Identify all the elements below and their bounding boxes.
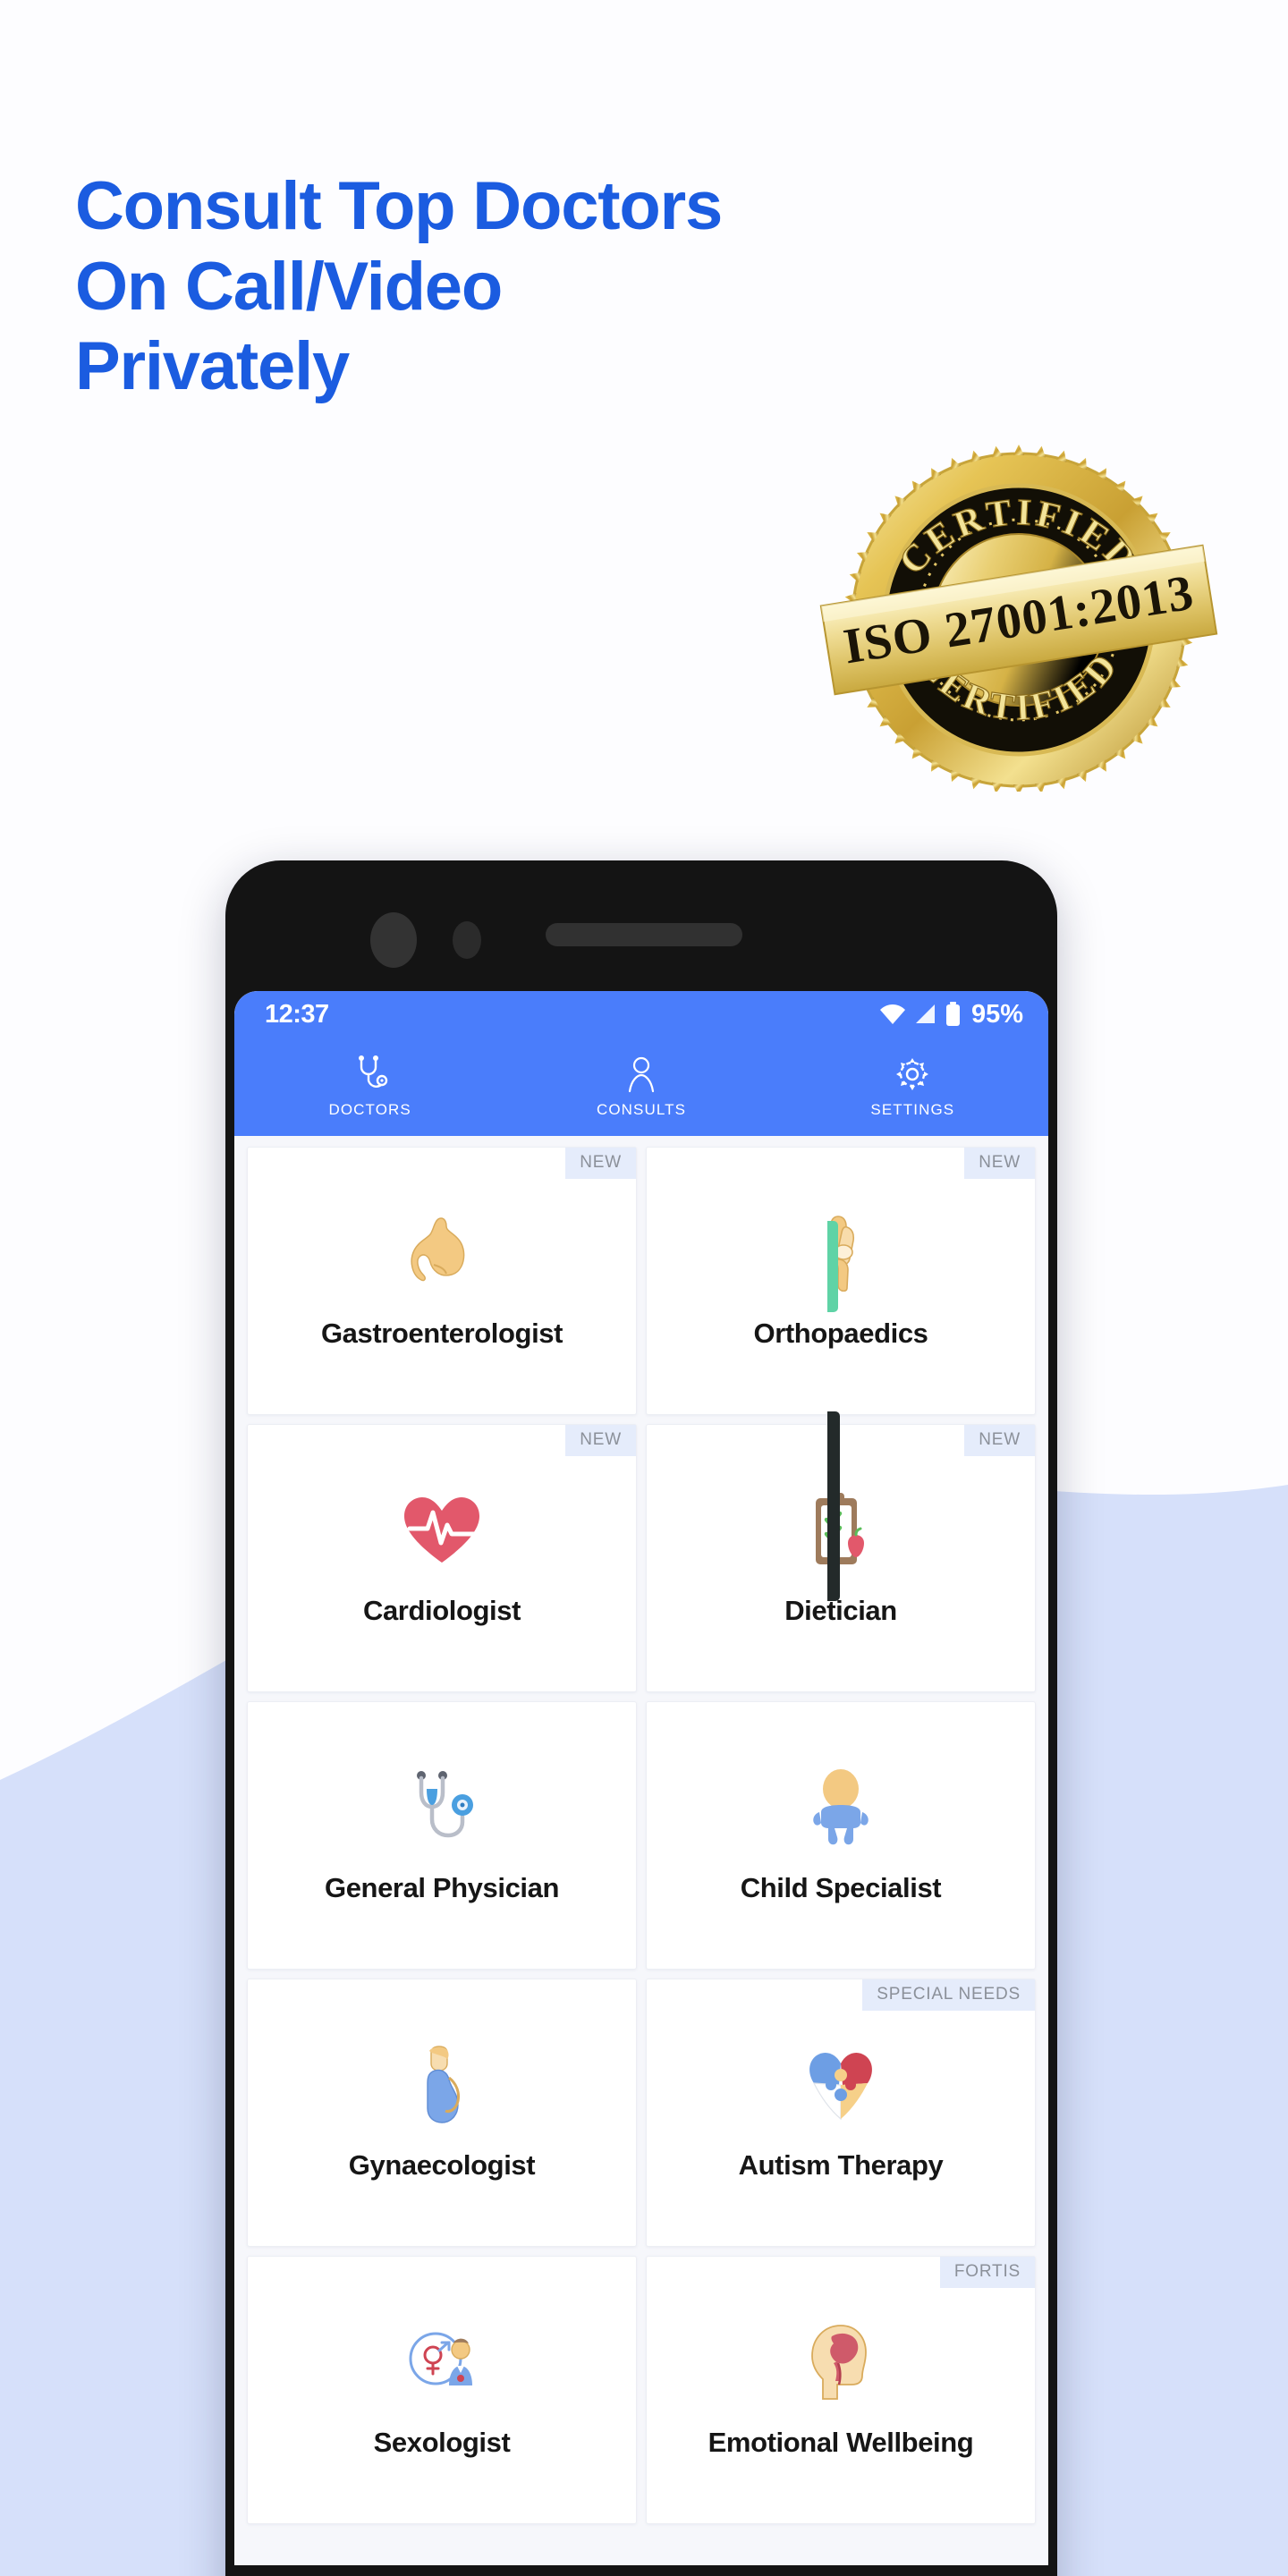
iso-certified-seal-icon: CERTIFIED CERTIFIED ISO 27001:2013	[819, 445, 1218, 792]
front-camera-icon	[370, 912, 417, 968]
card-badge: NEW	[565, 1425, 636, 1456]
card-badge: SPECIAL NEEDS	[862, 1979, 1035, 2011]
puzzle-heart-icon	[800, 2044, 882, 2126]
earpiece-speaker-icon	[546, 923, 742, 946]
tab-settings-label: SETTINGS	[870, 1101, 955, 1118]
card-child-specialist[interactable]: Child Specialist	[646, 1701, 1036, 1970]
tab-doctors[interactable]: DOCTORS	[234, 1038, 505, 1136]
heart-pulse-icon	[401, 1489, 483, 1572]
head-brain-icon	[800, 2321, 882, 2403]
tab-settings[interactable]: SETTINGS	[777, 1038, 1048, 1136]
card-badge: NEW	[565, 1148, 636, 1179]
clipboard-apple-icon	[800, 1489, 882, 1572]
card-label: General Physician	[325, 1872, 559, 1903]
status-time: 12:37	[265, 999, 329, 1029]
headline-line-3: Privately	[75, 328, 350, 405]
phone-screen: 12:37 95% DOCTORS CONSULTS SETTINGS NEW …	[234, 991, 1048, 2565]
battery-percent: 95%	[970, 999, 1023, 1029]
card-sexologist[interactable]: Sexologist	[247, 2256, 637, 2524]
app-header: 12:37 95% DOCTORS CONSULTS SETTINGS	[234, 991, 1048, 1136]
headline-line-1: Consult Top Doctors	[75, 168, 723, 244]
gear-icon	[894, 1055, 930, 1094]
tab-consults[interactable]: CONSULTS	[505, 1038, 776, 1136]
page-root: Consult Top Doctors On Call/Video Privat…	[0, 0, 1288, 2576]
card-gynaecologist[interactable]: Gynaecologist	[247, 1979, 637, 2247]
card-label: Autism Therapy	[738, 2149, 944, 2181]
card-badge: NEW	[964, 1425, 1035, 1456]
stethoscope-icon	[352, 1055, 388, 1094]
power-button[interactable]	[827, 1411, 840, 1601]
card-label: Emotional Wellbeing	[708, 2427, 974, 2458]
assistant-button[interactable]	[827, 1221, 838, 1312]
card-general-physician[interactable]: General Physician	[247, 1701, 637, 1970]
gender-symbols-person-icon	[401, 2321, 483, 2403]
person-icon	[626, 1055, 657, 1094]
status-bar: 12:37 95%	[234, 991, 1048, 1038]
card-badge: FORTIS	[939, 2257, 1035, 2288]
battery-icon	[945, 1002, 960, 1026]
headline-line-2: On Call/Video	[75, 248, 503, 325]
card-label: Sexologist	[373, 2427, 511, 2458]
phone-top-bezel	[225, 860, 1057, 977]
card-badge: NEW	[964, 1148, 1035, 1179]
card-dietician[interactable]: NEW Dietician	[646, 1424, 1036, 1692]
phone-mockup: 12:37 95% DOCTORS CONSULTS SETTINGS NEW …	[225, 860, 1057, 2576]
wifi-icon	[879, 1004, 905, 1024]
tab-doctors-label: DOCTORS	[328, 1101, 411, 1118]
card-gastroenterologist[interactable]: NEW Gastroenterologist	[247, 1147, 637, 1415]
baby-icon	[800, 1767, 882, 1849]
card-cardiologist[interactable]: NEW Cardiologist	[247, 1424, 637, 1692]
card-label: Dietician	[784, 1595, 897, 1626]
signal-icon	[915, 1004, 935, 1023]
tab-consults-label: CONSULTS	[596, 1101, 687, 1118]
card-orthopaedics[interactable]: NEW Orthopaedics	[646, 1147, 1036, 1415]
card-label: Orthopaedics	[753, 1318, 928, 1349]
specialty-grid: NEW Gastroenterologist NEW Orthopaedics …	[247, 1147, 1036, 2524]
stethoscope-icon	[401, 1767, 483, 1849]
stomach-icon	[401, 1212, 483, 1294]
app-tabs: DOCTORS CONSULTS SETTINGS	[234, 1038, 1048, 1136]
card-emotional-wellbeing[interactable]: FORTIS Emotional Wellbeing	[646, 2256, 1036, 2524]
card-label: Child Specialist	[740, 1872, 942, 1903]
pregnant-woman-icon	[401, 2044, 483, 2126]
specialty-grid-scroll[interactable]: NEW Gastroenterologist NEW Orthopaedics …	[234, 1136, 1048, 2524]
card-autism-therapy[interactable]: SPECIAL NEEDS Autism Therapy	[646, 1979, 1036, 2247]
hero-headline: Consult Top Doctors On Call/Video Privat…	[75, 166, 809, 407]
card-label: Cardiologist	[362, 1595, 521, 1626]
card-label: Gynaecologist	[348, 2149, 536, 2181]
proximity-sensor-icon	[453, 921, 481, 959]
status-icons: 95%	[879, 1000, 1023, 1030]
knee-joint-icon	[800, 1212, 882, 1294]
card-label: Gastroenterologist	[320, 1318, 564, 1349]
